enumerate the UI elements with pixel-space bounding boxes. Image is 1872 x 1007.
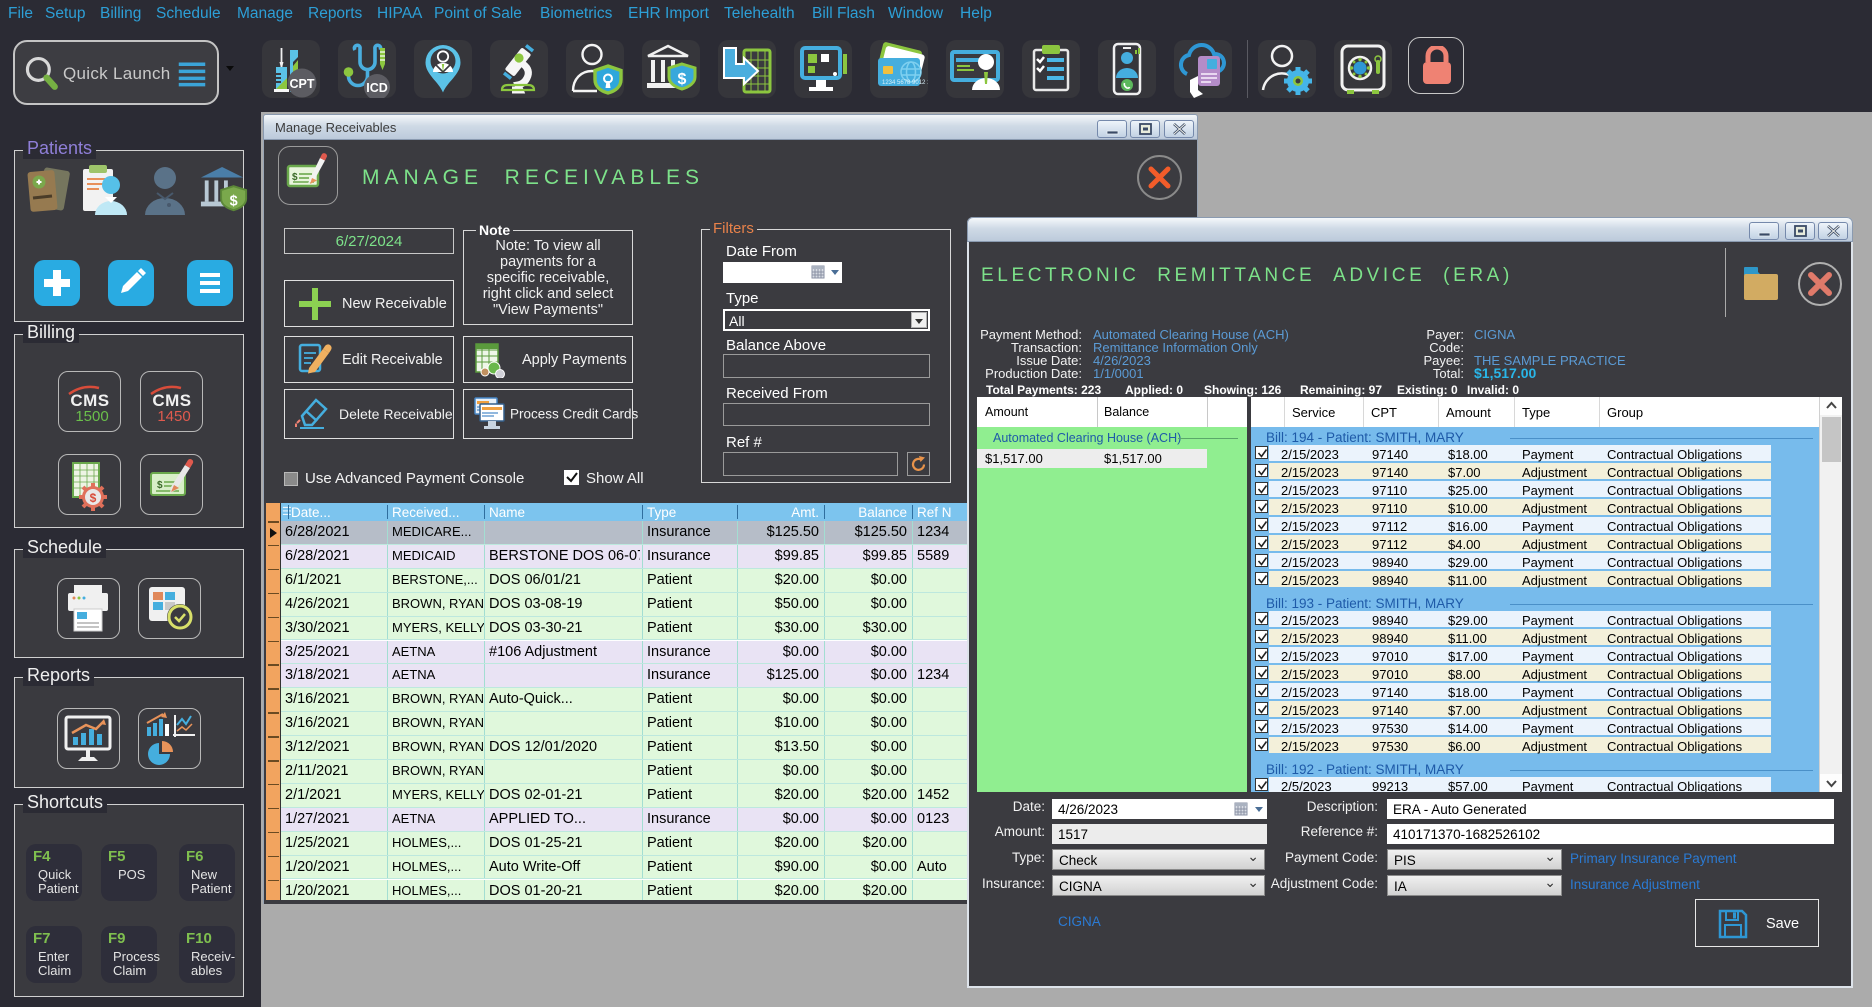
svg-text:1234 5678 9012 1123: 1234 5678 9012 1123	[882, 80, 928, 86]
svg-text:ICD: ICD	[366, 81, 388, 95]
svg-text:1500: 1500	[75, 408, 108, 425]
svg-text:1450: 1450	[157, 408, 190, 425]
svg-text:$: $	[90, 491, 97, 505]
svg-text:CPT: CPT	[290, 77, 315, 91]
svg-text:$: $	[678, 71, 687, 88]
svg-text:$: $	[157, 480, 163, 491]
svg-text:$: $	[230, 193, 238, 209]
